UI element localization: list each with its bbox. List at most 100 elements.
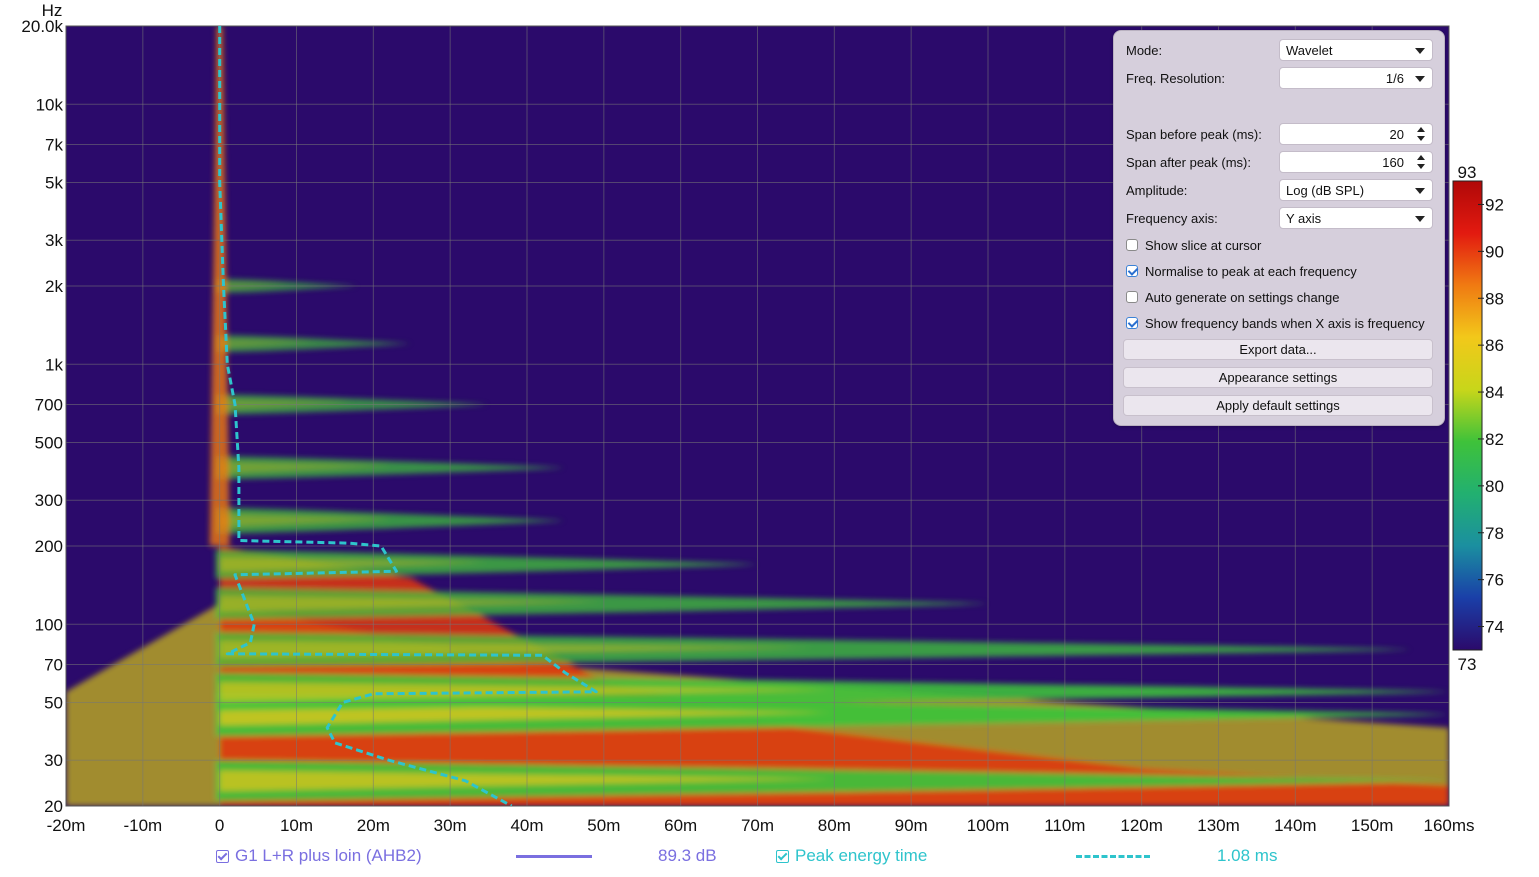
- checkbox-unchecked-icon[interactable]: [1126, 239, 1138, 251]
- x-tick-label: 40m: [510, 816, 543, 835]
- x-tick-label: -10m: [123, 816, 162, 835]
- span-after-value: 160: [1382, 154, 1404, 170]
- colorbar-tick-label: 88: [1485, 289, 1504, 308]
- colorbar: [1452, 180, 1483, 651]
- chevron-down-icon: [1415, 48, 1425, 54]
- span-before-input[interactable]: 20: [1279, 123, 1433, 145]
- checkbox-checked-icon[interactable]: [1126, 265, 1138, 277]
- x-tick-label: 120m: [1120, 816, 1163, 835]
- freqres-label: Freq. Resolution:: [1126, 70, 1225, 86]
- auto-generate-checkbox[interactable]: Auto generate on settings change: [1126, 287, 1339, 307]
- span-after-label: Span after peak (ms):: [1126, 154, 1251, 170]
- y-tick-label: 100: [35, 615, 63, 634]
- chevron-down-icon: [1415, 188, 1425, 194]
- spinner-icon[interactable]: [1416, 126, 1428, 142]
- mode-label: Mode:: [1126, 42, 1163, 58]
- legend-series-1-swatch: [516, 855, 592, 858]
- y-tick-label: 30: [44, 751, 63, 770]
- x-tick-label: 70m: [741, 816, 774, 835]
- colorbar-tick-label: 76: [1485, 571, 1504, 590]
- freqaxis-select[interactable]: Y axis: [1279, 207, 1433, 229]
- x-tick-label: 80m: [818, 816, 851, 835]
- span-before-row: Span before peak (ms):: [1126, 123, 1278, 145]
- mode-value: Wavelet: [1286, 42, 1333, 58]
- x-tick-label: 150m: [1351, 816, 1394, 835]
- freqres-value: 1/6: [1385, 70, 1404, 86]
- span-before-label: Span before peak (ms):: [1126, 126, 1262, 142]
- spinner-icon[interactable]: [1416, 154, 1428, 170]
- colorbar-tick-label: 90: [1485, 242, 1504, 261]
- normalise-label: Normalise to peak at each frequency: [1145, 263, 1357, 279]
- legend-series-2-value-wrap: 1.08 ms: [1217, 845, 1277, 867]
- x-tick-label: 60m: [664, 816, 697, 835]
- y-tick-label: 20.0k: [21, 17, 63, 36]
- x-tick-label: 0: [215, 816, 224, 835]
- y-tick-label: 300: [35, 491, 63, 510]
- y-tick-label: 200: [35, 537, 63, 556]
- colorbar-min-label: 73: [1458, 655, 1477, 674]
- colorbar-tick-label: 92: [1485, 195, 1504, 214]
- y-axis-ticks: 20.0k 10k 7k 5k 3k 2k 1k 700 500 300 200 100 70 50 30 2…: [21, 17, 63, 816]
- x-tick-label: 130m: [1197, 816, 1240, 835]
- freqres-select[interactable]: 1/6: [1279, 67, 1433, 89]
- mode-select[interactable]: Wavelet: [1279, 39, 1433, 61]
- colorbar-tick-label: 82: [1485, 430, 1504, 449]
- span-after-row: Span after peak (ms):: [1126, 151, 1278, 173]
- amplitude-row: Amplitude:: [1126, 179, 1278, 201]
- y-tick-label: 5k: [45, 174, 63, 193]
- x-tick-label: 110m: [1044, 816, 1085, 835]
- freqaxis-row: Frequency axis:: [1126, 207, 1278, 229]
- x-tick-label: 90m: [895, 816, 928, 835]
- apply-default-settings-button[interactable]: Apply default settings: [1123, 395, 1433, 416]
- legend-series-1-value-wrap: 89.3 dB: [658, 845, 717, 867]
- x-tick-label: 30m: [434, 816, 467, 835]
- x-tick-label: 160ms: [1423, 816, 1474, 835]
- y-tick-label: 3k: [45, 231, 63, 250]
- colorbar-tick-label: 84: [1485, 383, 1504, 402]
- span-before-value: 20: [1389, 126, 1404, 142]
- y-tick-label: 7k: [45, 136, 63, 155]
- y-tick-label: 2k: [45, 277, 63, 296]
- freqaxis-label: Frequency axis:: [1126, 210, 1218, 226]
- colorbar-tick-label: 74: [1485, 618, 1504, 637]
- y-tick-label: 1k: [45, 355, 63, 374]
- show-bands-label: Show frequency bands when X axis is freq…: [1145, 315, 1425, 331]
- colorbar-tick-label: 86: [1485, 336, 1504, 355]
- checkbox-checked-icon[interactable]: [1126, 317, 1138, 329]
- y-tick-label: 500: [35, 434, 63, 453]
- show-slice-label: Show slice at cursor: [1145, 237, 1262, 253]
- show-bands-checkbox[interactable]: Show frequency bands when X axis is freq…: [1126, 313, 1425, 333]
- y-tick-label: 70: [44, 656, 63, 675]
- x-tick-label: 10m: [280, 816, 313, 835]
- legend-series-2-swatch: [1076, 855, 1150, 858]
- chevron-down-icon: [1415, 76, 1425, 82]
- mode-row: Mode:: [1126, 39, 1278, 61]
- y-tick-label: 10k: [36, 95, 64, 114]
- x-tick-label: 140m: [1274, 816, 1317, 835]
- span-after-input[interactable]: 160: [1279, 151, 1433, 173]
- legend-series-2[interactable]: Peak energy time: [776, 845, 927, 867]
- export-data-button[interactable]: Export data...: [1123, 339, 1433, 360]
- colorbar-max-label: 93: [1458, 163, 1477, 182]
- y-tick-label: 700: [35, 396, 63, 415]
- amplitude-label: Amplitude:: [1126, 182, 1188, 198]
- legend-series-1-value: 89.3 dB: [658, 846, 717, 865]
- appearance-settings-button[interactable]: Appearance settings: [1123, 367, 1433, 388]
- legend-series-1[interactable]: G1 L+R plus loin (AHB2): [216, 845, 422, 867]
- chevron-down-icon: [1415, 216, 1425, 222]
- y-tick-label: 20: [44, 797, 63, 816]
- x-tick-label: 20m: [357, 816, 390, 835]
- colorbar-tick-label: 80: [1485, 477, 1504, 496]
- checkbox-unchecked-icon[interactable]: [1126, 291, 1138, 303]
- settings-panel: Mode: Wavelet Freq. Resolution: 1/6 Span…: [1113, 30, 1445, 426]
- show-slice-checkbox[interactable]: Show slice at cursor: [1126, 235, 1261, 255]
- colorbar-tick-label: 78: [1485, 524, 1504, 543]
- checkbox-checked-icon[interactable]: [776, 849, 789, 863]
- x-axis-ticks: -20m -10m 0 10m 20m 30m 40m 50m 60m 70m 80m 90m 100m…: [47, 816, 1475, 835]
- amplitude-select[interactable]: Log (dB SPL): [1279, 179, 1433, 201]
- legend-series-2-value: 1.08 ms: [1217, 846, 1278, 865]
- normalise-checkbox[interactable]: Normalise to peak at each frequency: [1126, 261, 1357, 281]
- x-tick-label: 100m: [967, 816, 1010, 835]
- amplitude-value: Log (dB SPL): [1286, 182, 1365, 198]
- checkbox-checked-icon[interactable]: [216, 849, 229, 863]
